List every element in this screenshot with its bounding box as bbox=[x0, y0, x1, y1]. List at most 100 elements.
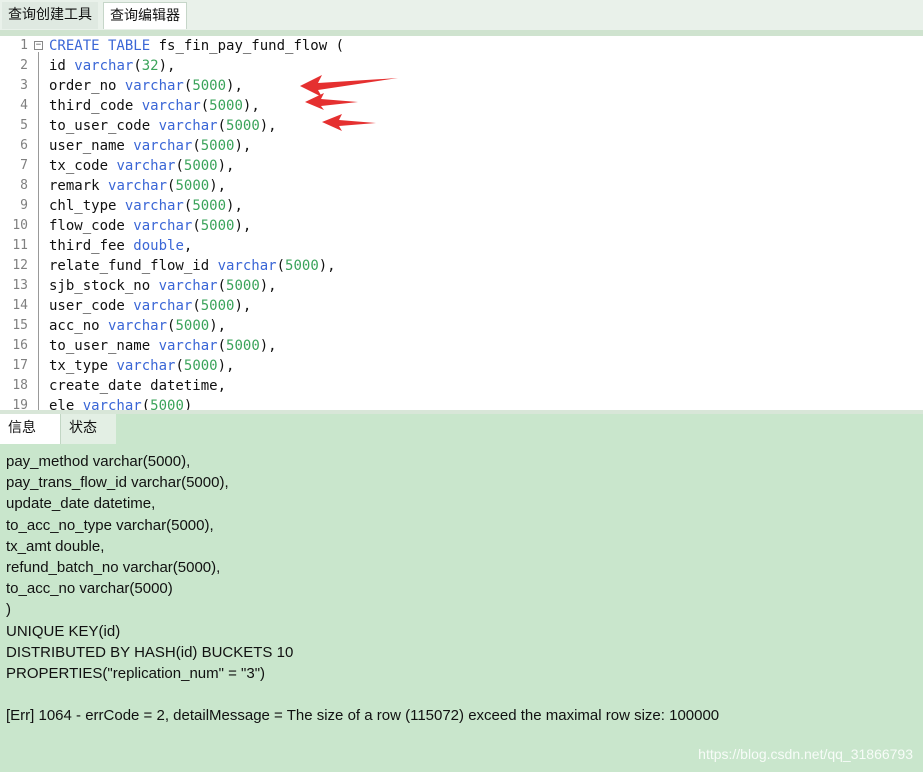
code-token: 5000 bbox=[200, 298, 235, 314]
code-token: user_code bbox=[49, 298, 134, 314]
code-line[interactable]: 17 tx_type varchar(5000), bbox=[0, 356, 923, 376]
code-token: ), bbox=[209, 318, 227, 334]
code-token: varchar bbox=[217, 258, 277, 274]
code-token: third_fee bbox=[49, 238, 134, 254]
code-token: tx_type bbox=[49, 358, 117, 374]
message-line: UNIQUE KEY(id) bbox=[6, 622, 121, 640]
code-token: ), bbox=[234, 298, 252, 314]
code-token: acc_no bbox=[49, 318, 109, 334]
code-token: varchar bbox=[124, 198, 184, 214]
code-token: to_user_code bbox=[49, 118, 159, 134]
code-token: 5000 bbox=[192, 78, 227, 94]
code-text: ele varchar(5000) bbox=[49, 396, 192, 410]
code-token: 5000 bbox=[226, 338, 260, 354]
code-line[interactable]: 12 relate_fund_flow_id varchar(5000), bbox=[0, 256, 923, 276]
code-token: varchar bbox=[133, 298, 193, 314]
code-text: create_date datetime, bbox=[49, 376, 226, 396]
line-number: 8 bbox=[20, 178, 28, 193]
code-token: ( bbox=[175, 158, 184, 174]
message-line: ) bbox=[6, 601, 11, 619]
sql-editor[interactable]: 1− CREATE TABLE fs_fin_pay_fund_flow (2 id… bbox=[0, 36, 923, 410]
code-line[interactable]: 15 acc_no varchar(5000), bbox=[0, 316, 923, 336]
code-token: ), bbox=[217, 358, 235, 374]
code-token: ( bbox=[217, 278, 227, 294]
code-line[interactable]: 3 order_no varchar(5000), bbox=[0, 76, 923, 96]
fold-toggle-icon[interactable]: − bbox=[34, 41, 43, 50]
code-token: ( bbox=[192, 138, 201, 154]
code-token: ), bbox=[242, 98, 260, 114]
code-token: ( bbox=[217, 338, 227, 354]
code-text: CREATE TABLE fs_fin_pay_fund_flow ( bbox=[49, 36, 344, 56]
code-line[interactable]: 6 user_name varchar(5000), bbox=[0, 136, 923, 156]
message-line: pay_trans_flow_id varchar(5000), bbox=[6, 474, 229, 492]
tab-status[interactable]: 状态 bbox=[60, 414, 116, 444]
code-token: ), bbox=[209, 178, 227, 194]
code-token: ), bbox=[259, 338, 277, 354]
code-token: 5000 bbox=[226, 118, 260, 134]
tab-query-builder[interactable]: 查询创建工具 bbox=[2, 2, 98, 29]
code-line[interactable]: 11 third_fee double, bbox=[0, 236, 923, 256]
code-text: tx_code varchar(5000), bbox=[49, 156, 234, 176]
code-line[interactable]: 4 third_code varchar(5000), bbox=[0, 96, 923, 116]
code-token: 5000 bbox=[150, 398, 184, 410]
code-token: ), bbox=[259, 278, 277, 294]
code-token: varchar bbox=[158, 118, 218, 134]
code-token: to_user_name bbox=[49, 338, 159, 354]
line-number: 14 bbox=[12, 298, 28, 313]
code-line[interactable]: 5 to_user_code varchar(5000), bbox=[0, 116, 923, 136]
code-line[interactable]: 18 create_date datetime, bbox=[0, 376, 923, 396]
line-number: 7 bbox=[20, 158, 28, 173]
code-token: ), bbox=[318, 258, 336, 274]
fold-guide-line bbox=[38, 52, 39, 410]
line-number: 19 bbox=[12, 398, 28, 410]
message-line: to_acc_no_type varchar(5000), bbox=[6, 516, 214, 534]
code-token: 5000 bbox=[175, 318, 210, 334]
code-text: chl_type varchar(5000), bbox=[49, 196, 243, 216]
code-token: fs_fin_pay_fund_flow ( bbox=[150, 38, 345, 54]
line-number: 13 bbox=[12, 278, 28, 293]
code-token: varchar bbox=[108, 178, 168, 194]
tab-query-editor[interactable]: 查询编辑器 bbox=[103, 2, 187, 29]
line-number: 10 bbox=[12, 218, 28, 233]
code-line[interactable]: 1− CREATE TABLE fs_fin_pay_fund_flow ( bbox=[0, 36, 923, 56]
code-token: 5000 bbox=[183, 158, 218, 174]
code-token: tx_code bbox=[49, 158, 117, 174]
code-line[interactable]: 16 to_user_name varchar(5000), bbox=[0, 336, 923, 356]
code-token: create_date datetime, bbox=[49, 378, 227, 394]
code-line[interactable]: 10 flow_code varchar(5000), bbox=[0, 216, 923, 236]
code-token: CREATE TABLE bbox=[49, 38, 151, 54]
code-text: remark varchar(5000), bbox=[49, 176, 226, 196]
code-token: 5000 bbox=[200, 138, 235, 154]
code-line[interactable]: 9 chl_type varchar(5000), bbox=[0, 196, 923, 216]
code-token: 5000 bbox=[200, 218, 235, 234]
code-text: to_user_code varchar(5000), bbox=[49, 116, 277, 136]
code-line[interactable]: 19 ele varchar(5000) bbox=[0, 396, 923, 410]
line-number: 15 bbox=[12, 318, 28, 333]
line-number: 17 bbox=[12, 358, 28, 373]
code-token: third_code bbox=[49, 98, 142, 114]
code-token: ( bbox=[192, 218, 201, 234]
message-line: DISTRIBUTED BY HASH(id) BUCKETS 10 bbox=[6, 643, 294, 661]
line-number: 16 bbox=[12, 338, 28, 353]
tab-info[interactable]: 信息 bbox=[0, 414, 60, 444]
code-token: sjb_stock_no bbox=[49, 278, 159, 294]
code-text: relate_fund_flow_id varchar(5000), bbox=[49, 256, 336, 276]
code-line[interactable]: 8 remark varchar(5000), bbox=[0, 176, 923, 196]
message-line: PROPERTIES("replication_num" = "3") bbox=[6, 665, 266, 682]
code-line[interactable]: 2 id varchar(32), bbox=[0, 56, 923, 76]
line-number: 1 bbox=[20, 38, 28, 53]
code-token: ) bbox=[183, 398, 193, 410]
line-number: 5 bbox=[20, 118, 28, 133]
line-number: 18 bbox=[12, 378, 28, 393]
code-token: ele bbox=[49, 398, 83, 410]
line-number: 12 bbox=[12, 258, 28, 273]
code-token: varchar bbox=[74, 58, 134, 74]
code-line[interactable]: 13 sjb_stock_no varchar(5000), bbox=[0, 276, 923, 296]
code-token: remark bbox=[49, 178, 109, 194]
code-token: varchar bbox=[108, 318, 168, 334]
message-line: tx_amt double, bbox=[6, 537, 105, 555]
code-token: double bbox=[133, 238, 184, 254]
code-line[interactable]: 7 tx_code varchar(5000), bbox=[0, 156, 923, 176]
code-token: 32 bbox=[141, 58, 159, 74]
code-line[interactable]: 14 user_code varchar(5000), bbox=[0, 296, 923, 316]
